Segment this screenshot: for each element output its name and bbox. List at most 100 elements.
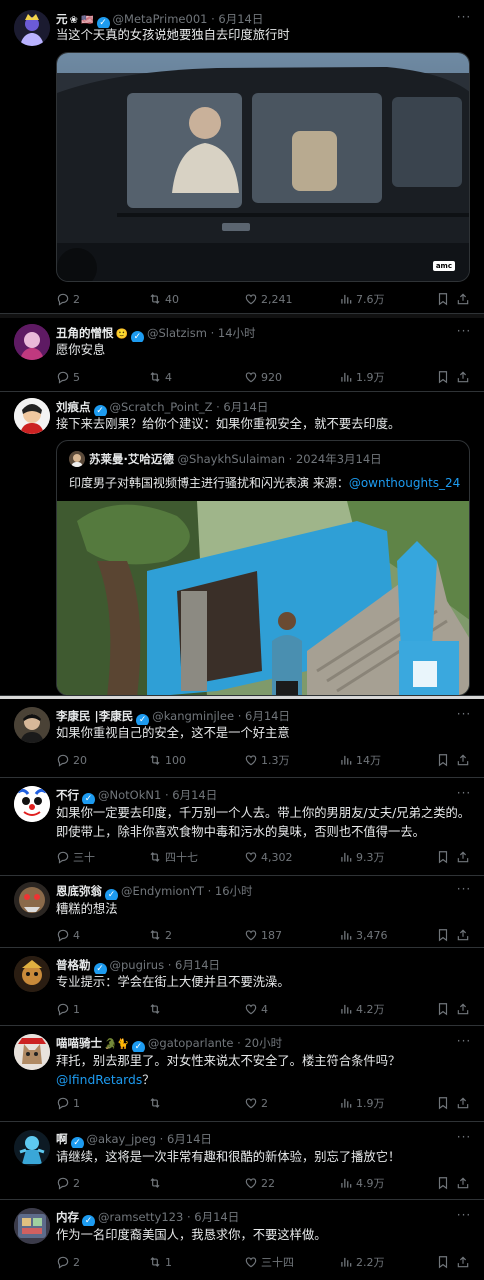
handle[interactable]: @Slatzism bbox=[147, 326, 207, 340]
avatar[interactable] bbox=[14, 1034, 50, 1070]
quote-source-link[interactable]: @ownthoughts_24 bbox=[349, 476, 460, 490]
share-button[interactable] bbox=[456, 1255, 473, 1271]
share-button[interactable] bbox=[456, 850, 473, 866]
handle[interactable]: @gatoparlante bbox=[148, 1036, 234, 1050]
display-name[interactable]: 丑角的憎恨 bbox=[56, 326, 114, 340]
handle[interactable]: @MetaPrime001 bbox=[113, 12, 208, 26]
quote-display-name[interactable]: 苏莱曼·艾哈迈德 bbox=[89, 452, 174, 466]
reply-button[interactable]: 1 bbox=[56, 1096, 80, 1112]
display-name[interactable]: 恩底弥翁 bbox=[56, 884, 102, 898]
avatar[interactable] bbox=[14, 786, 50, 822]
retweet-button[interactable] bbox=[148, 1176, 165, 1192]
share-button[interactable] bbox=[456, 1096, 473, 1112]
views-button[interactable]: 1.9万 bbox=[339, 1096, 385, 1112]
share-button[interactable] bbox=[456, 292, 473, 308]
avatar[interactable] bbox=[14, 324, 50, 360]
handle[interactable]: @NotOkN1 bbox=[98, 788, 161, 802]
reply-button[interactable]: 三十 bbox=[56, 850, 95, 866]
timestamp[interactable]: · 6月14日 bbox=[187, 1210, 239, 1224]
more-icon[interactable]: ··· bbox=[456, 787, 472, 802]
bookmark-button[interactable] bbox=[436, 370, 453, 386]
display-name[interactable]: 不行 bbox=[56, 788, 79, 802]
tweet-card[interactable]: 啊 ✓ @akay_jpeg · 6月14日 ··· 请继续，这将是一次非常有趣和很… bbox=[0, 1122, 484, 1200]
views-button[interactable]: 4.9万 bbox=[339, 1176, 385, 1192]
display-name[interactable]: 喵喵骑士 bbox=[56, 1036, 102, 1050]
retweet-button[interactable]: 四十七 bbox=[148, 850, 198, 866]
mention-link[interactable]: @IfindRetards bbox=[56, 1073, 142, 1087]
more-icon[interactable]: ··· bbox=[456, 883, 472, 898]
more-icon[interactable]: ··· bbox=[456, 325, 472, 340]
avatar[interactable] bbox=[14, 1130, 50, 1166]
display-name[interactable]: 刘痕点 bbox=[56, 400, 91, 414]
more-icon[interactable]: ··· bbox=[456, 1035, 472, 1050]
retweet-button[interactable]: 100 bbox=[148, 753, 186, 769]
retweet-button[interactable]: 40 bbox=[148, 292, 179, 308]
tweet-media-video[interactable]: amc bbox=[56, 52, 470, 282]
quote-timestamp[interactable]: · 2024年3月14日 bbox=[289, 452, 382, 466]
retweet-button[interactable]: 4 bbox=[148, 370, 172, 386]
handle[interactable]: @Scratch_Point_Z bbox=[110, 400, 213, 414]
handle[interactable]: @pugirus bbox=[110, 958, 165, 972]
views-button[interactable]: 1.9万 bbox=[339, 370, 385, 386]
bookmark-button[interactable] bbox=[436, 292, 453, 308]
bookmark-button[interactable] bbox=[436, 753, 453, 769]
like-button[interactable]: 2,241 bbox=[244, 292, 293, 308]
like-button[interactable]: 920 bbox=[244, 370, 282, 386]
more-icon[interactable]: ··· bbox=[456, 708, 472, 723]
like-button[interactable]: 4 bbox=[244, 1002, 268, 1018]
timestamp[interactable]: · 6月14日 bbox=[216, 400, 268, 414]
display-name[interactable]: 李康民 |李康民 bbox=[56, 709, 133, 723]
reply-button[interactable]: 4 bbox=[56, 928, 80, 944]
tweet-card[interactable]: 刘痕点 ✓ @Scratch_Point_Z · 6月14日 接下来去刚果？给你个建… bbox=[0, 392, 484, 696]
quoted-tweet[interactable]: 苏莱曼·艾哈迈德 @ShaykhSulaiman · 2024年3月14日 印度… bbox=[56, 440, 470, 696]
more-icon[interactable]: ··· bbox=[456, 1209, 472, 1224]
bookmark-button[interactable] bbox=[436, 1255, 453, 1271]
bookmark-button[interactable] bbox=[436, 928, 453, 944]
tweet-card[interactable]: 元 ❀ 🇺🇸 ✓ @MetaPrime001 · 6月14日 ··· 当这个天真的女孩… bbox=[0, 0, 484, 314]
reply-button[interactable]: 2 bbox=[56, 1176, 80, 1192]
avatar[interactable] bbox=[14, 956, 50, 992]
tweet-card[interactable]: 不行 ✓ @NotOkN1 · 6月14日 ··· 如果你一定要去印度，千万别一个人… bbox=[0, 778, 484, 876]
timestamp[interactable]: · 20小时 bbox=[237, 1036, 282, 1050]
avatar[interactable] bbox=[14, 10, 50, 46]
handle[interactable]: @kangminjlee bbox=[152, 709, 234, 723]
avatar[interactable] bbox=[14, 398, 50, 434]
tweet-card[interactable]: 内存 ✓ @ramsetty123 · 6月14日 ··· 作为一名印度裔美国人，我… bbox=[0, 1200, 484, 1280]
timestamp[interactable]: · 16小时 bbox=[208, 884, 253, 898]
timestamp[interactable]: · 6月14日 bbox=[168, 958, 220, 972]
retweet-button[interactable]: 1 bbox=[148, 1255, 172, 1271]
timestamp[interactable]: · 6月14日 bbox=[165, 788, 217, 802]
bookmark-button[interactable] bbox=[436, 850, 453, 866]
handle[interactable]: @ramsetty123 bbox=[98, 1210, 183, 1224]
tweet-card[interactable]: 普格勒 ✓ @pugirus · 6月14日 专业提示：学会在街上大便并且不要洗澡。… bbox=[0, 948, 484, 1026]
like-button[interactable]: 三十四 bbox=[244, 1255, 294, 1271]
tweet-card[interactable]: 喵喵骑士 🐊🐈 ✓ @gatoparlante · 20小时 ··· 拜托，别去那里了… bbox=[0, 1026, 484, 1122]
reply-button[interactable]: 20 bbox=[56, 753, 87, 769]
like-button[interactable]: 1.3万 bbox=[244, 753, 290, 769]
share-button[interactable] bbox=[456, 370, 473, 386]
views-button[interactable]: 9.3万 bbox=[339, 850, 385, 866]
like-button[interactable]: 2 bbox=[244, 1096, 268, 1112]
views-button[interactable]: 4.2万 bbox=[339, 1002, 385, 1018]
more-icon[interactable]: ··· bbox=[456, 1131, 472, 1146]
reply-button[interactable]: 2 bbox=[56, 1255, 80, 1271]
display-name[interactable]: 内存 bbox=[56, 1210, 79, 1224]
quote-avatar[interactable] bbox=[69, 451, 85, 467]
retweet-button[interactable]: 2 bbox=[148, 928, 172, 944]
quote-handle[interactable]: @ShaykhSulaiman bbox=[178, 452, 285, 466]
display-name[interactable]: 普格勒 bbox=[56, 958, 91, 972]
bookmark-button[interactable] bbox=[436, 1176, 453, 1192]
timestamp[interactable]: · 6月14日 bbox=[238, 709, 290, 723]
display-name[interactable]: 啊 bbox=[56, 1132, 68, 1146]
handle[interactable]: @EndymionYT bbox=[121, 884, 204, 898]
display-name[interactable]: 元 bbox=[56, 12, 68, 26]
quote-media-image[interactable] bbox=[57, 501, 469, 695]
bookmark-button[interactable] bbox=[436, 1002, 453, 1018]
tweet-card[interactable]: 丑角的憎恨 🙂 ✓ @Slatzism · 14小时 ··· 愿你安息 5 4 920… bbox=[0, 318, 484, 392]
views-button[interactable]: 7.6万 bbox=[339, 292, 385, 308]
share-button[interactable] bbox=[456, 928, 473, 944]
views-button[interactable]: 2.2万 bbox=[339, 1255, 385, 1271]
share-button[interactable] bbox=[456, 753, 473, 769]
reply-button[interactable]: 5 bbox=[56, 370, 80, 386]
like-button[interactable]: 187 bbox=[244, 928, 282, 944]
